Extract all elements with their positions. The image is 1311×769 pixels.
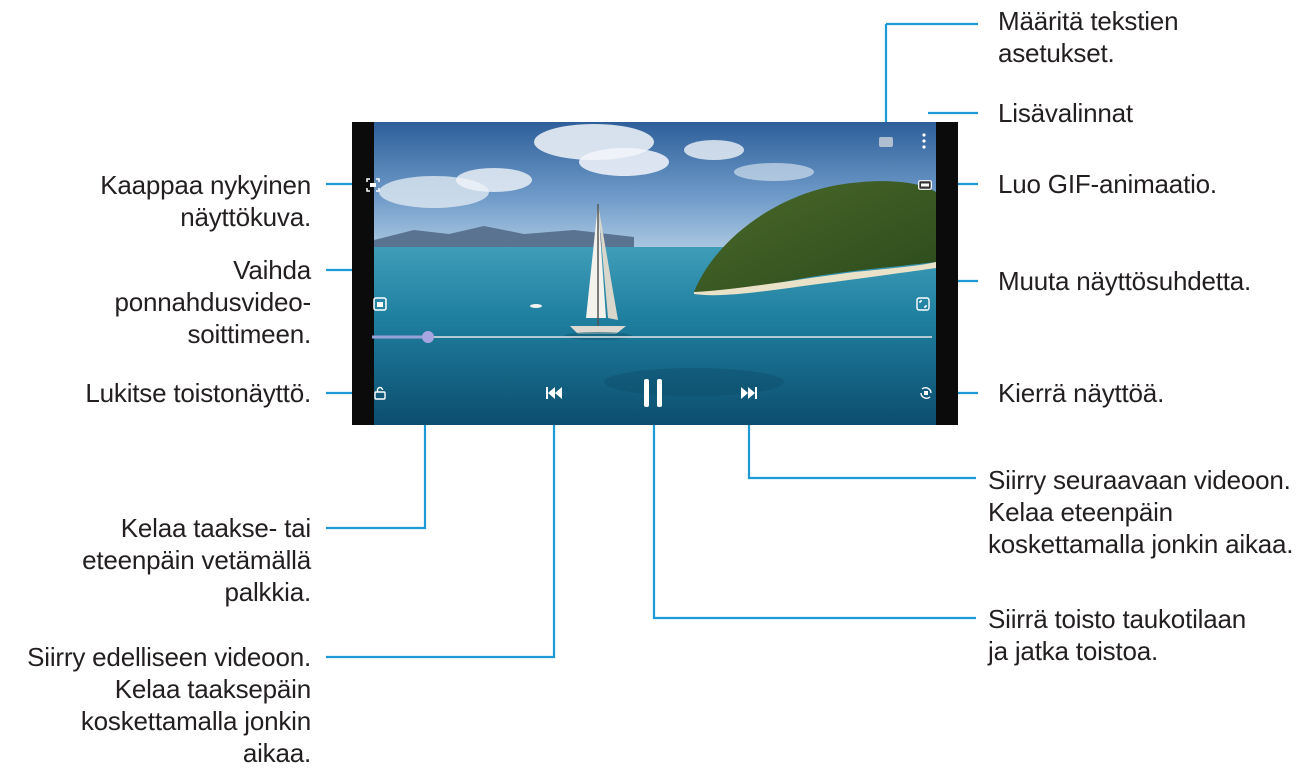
leader-prev <box>326 393 556 659</box>
leader-pause <box>652 393 976 620</box>
more-options-icon[interactable] <box>918 130 930 152</box>
callout-rotate: Kierrä näyttöä. <box>998 378 1165 408</box>
callout-next-video: Siirry seuraavaan videoon. Kelaa eteenpä… <box>988 465 1294 559</box>
rewind-icon[interactable] <box>543 383 565 403</box>
callout-aspect-ratio: Muuta näyttösuhdetta. <box>998 266 1252 296</box>
callout-text-settings: Määritä tekstien asetukset. <box>998 6 1179 68</box>
video-player-screen <box>352 122 958 425</box>
popup-player-icon[interactable] <box>369 293 391 315</box>
pause-icon[interactable] <box>641 378 665 408</box>
callout-create-gif: Luo GIF-animaatio. <box>998 169 1217 199</box>
gif-icon[interactable] <box>914 175 936 195</box>
fast-forward-icon[interactable] <box>738 383 760 403</box>
capture-icon[interactable] <box>362 174 384 196</box>
rotate-icon[interactable] <box>915 382 937 404</box>
callout-pause: Siirrä toisto taukotilaan ja jatka toist… <box>988 604 1247 666</box>
aspect-ratio-icon[interactable] <box>912 293 934 315</box>
callout-more-options: Lisävalinnat <box>998 98 1133 128</box>
callout-previous-video: Siirry edelliseen videoon. Kelaa taaksep… <box>27 642 311 768</box>
seek-handle <box>422 331 434 343</box>
subtitles-icon[interactable] <box>876 134 896 150</box>
callout-popup: Vaihda ponnahdusvideo- soittimeen. <box>114 255 312 349</box>
lock-icon[interactable] <box>369 382 391 404</box>
callout-capture: Kaappaa nykyinen näyttökuva. <box>100 170 311 232</box>
callout-lock: Lukitse toistonäyttö. <box>85 378 311 408</box>
callout-seek: Kelaa taakse- tai eteenpäin vetämällä pa… <box>82 513 311 607</box>
